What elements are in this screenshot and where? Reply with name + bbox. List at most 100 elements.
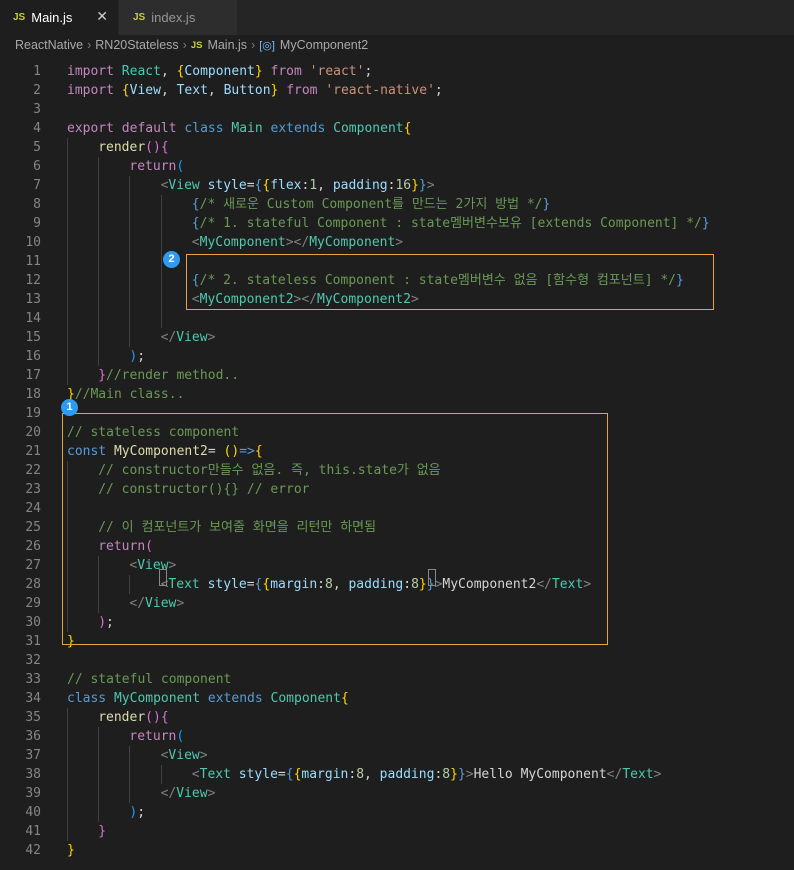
line-number: 36 [25, 729, 41, 744]
code-token: 8 [442, 767, 451, 782]
line-number: 27 [25, 558, 41, 573]
line-number: 42 [25, 843, 41, 858]
code-token: render [98, 710, 146, 725]
code-token: } [98, 368, 107, 383]
code-line: 2 import {View, Text, Button} from 'react… [0, 81, 794, 100]
code-token: ; [137, 349, 146, 364]
code-line: 9 {/* 1. stateful Component : state멤버변수보유… [0, 214, 794, 233]
code-token: ) [152, 710, 161, 725]
tab-index-js[interactable]: JS index.js [119, 0, 237, 35]
line-number: 20 [25, 425, 41, 440]
breadcrumb-symbol[interactable]: MyComponent2 [280, 38, 368, 52]
code-token: MyComponent [199, 235, 286, 250]
code-line: 36 return( [0, 727, 794, 746]
code-text: </View> [161, 784, 216, 803]
code-token: render [98, 140, 146, 155]
code-line: 17}//render method.. [0, 366, 794, 385]
code-text: {/* 새로운 Custom Component를 만드는 2가지 방법 */} [192, 195, 551, 214]
code-token: MyComponent [113, 691, 201, 706]
code-token: } [254, 64, 263, 79]
code-token: ; [364, 64, 373, 79]
code-line: 41} [0, 822, 794, 841]
tab-main-js[interactable]: JS Main.js ✕ [0, 0, 118, 35]
code-token: </ [160, 330, 177, 345]
breadcrumb: ReactNative › RN20Stateless › JS Main.js… [0, 35, 794, 55]
code-token: = [246, 178, 255, 193]
close-icon[interactable]: ✕ [96, 8, 108, 25]
code-token: Main [231, 121, 263, 136]
code-token: 16 [395, 178, 412, 193]
code-token: > [199, 748, 208, 763]
line-number: 18 [25, 387, 41, 402]
breadcrumb-folder[interactable]: RN20Stateless [95, 38, 178, 52]
code-token: ; [137, 805, 146, 820]
code-token: , [364, 767, 380, 782]
code-token: import [67, 83, 114, 98]
code-token: > [207, 786, 216, 801]
code-text: {/* 1. stateful Component : state멤버변수보유 … [192, 214, 710, 233]
code-token: class [184, 121, 224, 136]
code-token: React [121, 64, 161, 79]
code-token: 'react' [309, 64, 365, 79]
code-token: from [270, 64, 302, 79]
bracket-match-highlight [428, 569, 436, 586]
tab-label: index.js [151, 10, 196, 25]
line-number: 32 [25, 653, 41, 668]
tab-bar: JS Main.js ✕ JS index.js [0, 0, 794, 35]
line-number: 26 [25, 539, 41, 554]
chevron-right-icon: › [87, 38, 92, 52]
code-token: ></ [285, 235, 310, 250]
breadcrumb-file[interactable]: Main.js [207, 38, 247, 52]
js-file-icon: JS [190, 39, 203, 51]
code-token: , [160, 64, 177, 79]
code-token: < [191, 235, 200, 250]
code-token: extends [270, 121, 326, 136]
code-token: style [238, 767, 278, 782]
code-line: 34 class MyComponent extends Component{ [0, 689, 794, 708]
code-token: default [121, 121, 177, 136]
line-number: 1 [33, 64, 41, 79]
code-token: , [160, 83, 177, 98]
code-token: MyComponent [309, 235, 396, 250]
code-text: }//render method.. [98, 366, 239, 385]
code-text: import {View, Text, Button} from 'react-… [67, 81, 443, 100]
code-line: 3 [0, 100, 794, 119]
code-token: /* 새로운 Custom Component를 만드는 2가지 방법 */ [199, 197, 543, 212]
code-line: 39 </View> [0, 784, 794, 803]
code-token: < [191, 767, 200, 782]
code-token: { [340, 691, 349, 706]
line-number: 10 [25, 235, 41, 250]
annotation-badge-1: 1 [61, 399, 78, 416]
code-token: margin [301, 767, 349, 782]
code-token: Component [270, 691, 341, 706]
line-number: 30 [25, 615, 41, 630]
line-number: 33 [25, 672, 41, 687]
code-token: //render method.. [106, 368, 240, 383]
code-token: View [176, 786, 208, 801]
code-token: ( [176, 729, 185, 744]
code-token: } [418, 178, 427, 193]
code-token: > [653, 767, 662, 782]
code-token: : [348, 767, 357, 782]
code-token: View [168, 748, 200, 763]
line-number: 16 [25, 349, 41, 364]
code-token: return [129, 159, 177, 174]
code-line: 14 [0, 309, 794, 328]
line-number: 35 [25, 710, 41, 725]
code-token: </ [160, 786, 177, 801]
code-line: 40); [0, 803, 794, 822]
code-token: View [176, 330, 208, 345]
breadcrumb-project[interactable]: ReactNative [15, 38, 83, 52]
line-number: 28 [25, 577, 41, 592]
line-number: 37 [25, 748, 41, 763]
code-line: 16); [0, 347, 794, 366]
line-number: 14 [25, 311, 41, 326]
line-number: 31 [25, 634, 41, 649]
code-text: ); [129, 347, 145, 366]
code-line: 38 <Text style={{margin:8, padding:8}}>He… [0, 765, 794, 784]
